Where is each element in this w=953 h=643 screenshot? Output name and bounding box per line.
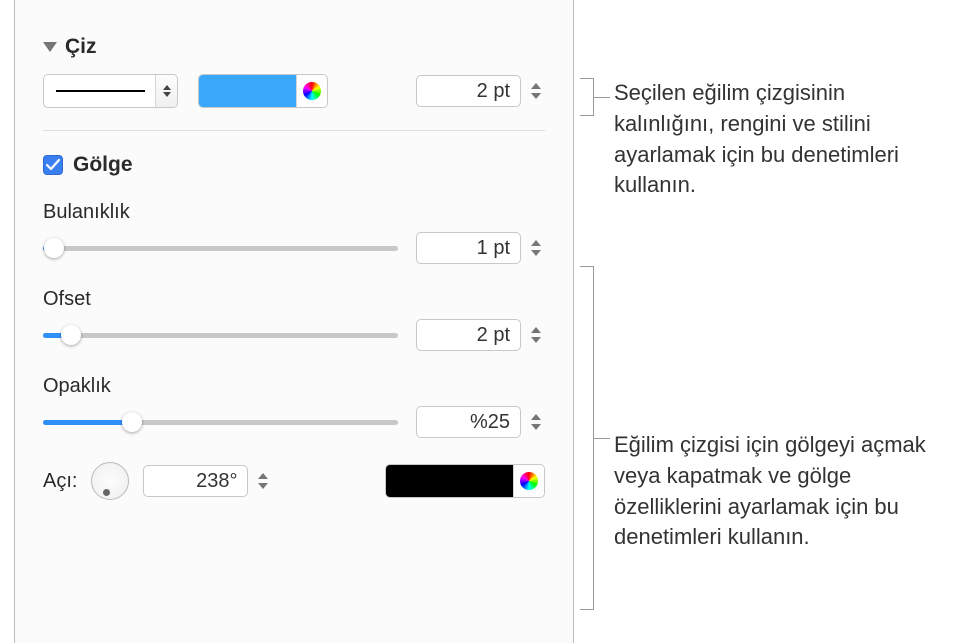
line-style-preview-icon (56, 90, 145, 92)
angle-stepper-group (143, 465, 272, 497)
opacity-stepper-group (416, 406, 545, 438)
inspector-panel: Çiz Gölge Bulanıkl (14, 0, 574, 643)
stroke-section-header[interactable]: Çiz (43, 35, 545, 59)
stepper-up-icon (531, 327, 541, 333)
line-style-select[interactable] (43, 74, 178, 108)
stepper-up-icon (531, 414, 541, 420)
angle-input[interactable] (143, 465, 248, 497)
bracket-connector (594, 438, 610, 439)
slider-thumb (122, 412, 142, 432)
opacity-input[interactable] (416, 406, 521, 438)
angle-row: Açı: (43, 462, 545, 500)
color-picker-button[interactable] (297, 75, 327, 107)
stroke-section-title: Çiz (65, 35, 97, 59)
color-wheel-icon (303, 82, 321, 100)
offset-row (43, 319, 545, 351)
stepper-up-icon (258, 473, 268, 479)
opacity-row (43, 406, 545, 438)
opacity-slider[interactable] (43, 412, 398, 432)
offset-slider[interactable] (43, 325, 398, 345)
slider-thumb (61, 325, 81, 345)
stepper-up-icon (531, 240, 541, 246)
stroke-color-swatch (199, 75, 297, 107)
stepper-down-icon (531, 93, 541, 99)
angle-indicator-icon (103, 489, 110, 496)
shadow-annotation-text: Eğilim çizgisi için gölgeyi açmak veya k… (614, 430, 934, 553)
offset-stepper[interactable] (527, 320, 545, 350)
slider-track (43, 246, 398, 251)
stepper-down-icon (531, 250, 541, 256)
blur-slider[interactable] (43, 238, 398, 258)
color-wheel-icon (520, 472, 538, 490)
bracket-icon (580, 78, 594, 116)
shadow-color-well[interactable] (385, 464, 545, 498)
bracket-icon (580, 266, 594, 610)
shadow-checkbox-row: Gölge (43, 153, 545, 177)
stepper-up-icon (531, 83, 541, 89)
stepper-down-icon (531, 337, 541, 343)
slider-fill (43, 420, 132, 425)
opacity-stepper[interactable] (527, 407, 545, 437)
checkmark-icon (46, 159, 60, 171)
offset-stepper-group (416, 319, 545, 351)
blur-row (43, 232, 545, 264)
stroke-thickness-stepper (416, 75, 545, 107)
disclosure-triangle-icon (43, 42, 57, 52)
blur-stepper-group (416, 232, 545, 264)
blur-input[interactable] (416, 232, 521, 264)
offset-input[interactable] (416, 319, 521, 351)
shadow-color-picker-button[interactable] (514, 465, 544, 497)
angle-stepper[interactable] (254, 466, 272, 496)
stroke-color-well[interactable] (198, 74, 328, 108)
angle-label: Açı: (43, 470, 77, 493)
slider-thumb (44, 238, 64, 258)
stroke-thickness-input[interactable] (416, 75, 521, 107)
angle-dial[interactable] (91, 462, 129, 500)
stepper-down-icon (258, 483, 268, 489)
select-arrows-icon (155, 75, 177, 107)
offset-label: Ofset (43, 288, 545, 311)
stroke-controls-row (43, 74, 545, 108)
opacity-label: Opaklık (43, 375, 545, 398)
shadow-checkbox-label: Gölge (73, 153, 133, 177)
stroke-thickness-stepper-buttons[interactable] (527, 76, 545, 106)
blur-label: Bulanıklık (43, 201, 545, 224)
bracket-connector (594, 97, 610, 98)
stroke-annotation-text: Seçilen eğilim çizgisinin kalınlığını, r… (614, 78, 934, 201)
stepper-down-icon (531, 424, 541, 430)
shadow-color-swatch (386, 465, 514, 497)
section-divider (43, 130, 545, 131)
shadow-checkbox[interactable] (43, 155, 63, 175)
slider-track (43, 333, 398, 338)
blur-stepper[interactable] (527, 233, 545, 263)
